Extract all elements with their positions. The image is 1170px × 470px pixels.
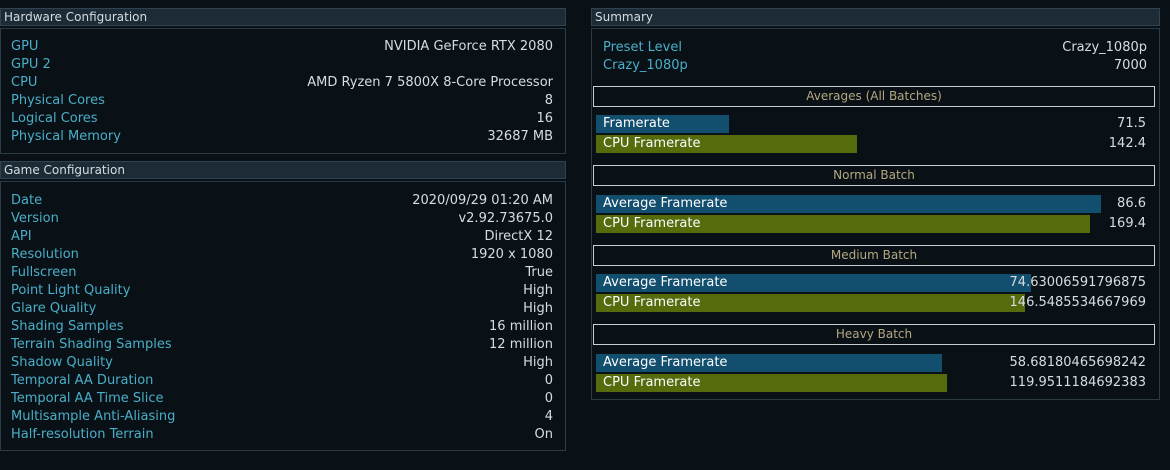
- bar-heavy-cpu-framerate: CPU Framerate 119.9511184692383: [596, 374, 1152, 392]
- hw-key: GPU: [11, 39, 39, 54]
- hw-row-cpu: CPU AMD Ryzen 7 5800X 8-Core Processor: [11, 75, 553, 93]
- batch-title-heavy: Heavy Batch: [593, 324, 1155, 345]
- bar-value: 142.4: [1108, 136, 1146, 151]
- game-value: v2.92.73675.0: [458, 211, 553, 226]
- bar-value: 169.4: [1108, 216, 1146, 231]
- game-row-resolution: Resolution 1920 x 1080: [11, 247, 553, 265]
- game-row-point-light-quality: Point Light Quality High: [11, 283, 553, 301]
- game-key: API: [11, 229, 32, 244]
- bar-label: CPU Framerate: [603, 375, 701, 390]
- game-row-temporal-aa-time-slice: Temporal AA Time Slice 0: [11, 391, 553, 409]
- game-value: 4: [544, 409, 553, 424]
- bar-value: 74.63006591796875: [1009, 275, 1146, 290]
- game-value: High: [523, 301, 553, 316]
- game-value: High: [523, 283, 553, 298]
- bar-value: 58.68180465698242: [1009, 355, 1146, 370]
- game-config-header: Game Configuration: [0, 161, 566, 179]
- bar-normal-cpu-framerate: CPU Framerate 169.4: [596, 215, 1152, 233]
- bar-averages-cpu-framerate: CPU Framerate 142.4: [596, 135, 1152, 153]
- hw-value: NVIDIA GeForce RTX 2080: [384, 39, 553, 54]
- summary-key: Crazy_1080p: [603, 58, 688, 73]
- summary-header: Summary: [591, 8, 1160, 26]
- game-row-date: Date 2020/09/29 01:20 AM: [11, 193, 553, 211]
- game-value: True: [525, 265, 553, 280]
- hw-row-physical-cores: Physical Cores 8: [11, 93, 553, 111]
- game-key: Shadow Quality: [11, 355, 113, 370]
- hw-value: 16: [536, 111, 553, 126]
- bar-label: Framerate: [603, 116, 670, 131]
- bar-value: 119.9511184692383: [1009, 375, 1146, 390]
- game-key: Shading Samples: [11, 319, 124, 334]
- game-value: 16 million: [489, 319, 553, 334]
- game-row-shading-samples: Shading Samples 16 million: [11, 319, 553, 337]
- game-value: 12 million: [489, 337, 553, 352]
- game-row-shadow-quality: Shadow Quality High: [11, 355, 553, 373]
- game-row-glare-quality: Glare Quality High: [11, 301, 553, 319]
- game-value: 0: [544, 391, 553, 406]
- game-key: Date: [11, 193, 43, 208]
- bar-value: 86.6: [1117, 196, 1146, 211]
- summary-value: Crazy_1080p: [1062, 40, 1147, 55]
- hw-key: GPU 2: [11, 57, 51, 72]
- bar-label: CPU Framerate: [603, 216, 701, 231]
- game-key: Multisample Anti-Aliasing: [11, 409, 176, 424]
- bar-medium-framerate: Average Framerate 74.63006591796875: [596, 274, 1152, 292]
- game-key: Half-resolution Terrain: [11, 427, 154, 442]
- hardware-config-header: Hardware Configuration: [0, 8, 566, 26]
- game-row-terrain-shading-samples: Terrain Shading Samples 12 million: [11, 337, 553, 355]
- bar-value: 146.5485534667969: [1009, 295, 1146, 310]
- hw-value: 32687 MB: [487, 129, 553, 144]
- game-key: Temporal AA Time Slice: [11, 391, 164, 406]
- game-key: Temporal AA Duration: [11, 373, 154, 388]
- hw-key: CPU: [11, 75, 38, 90]
- game-value: 2020/09/29 01:20 AM: [412, 193, 553, 208]
- batch-title-averages: Averages (All Batches): [593, 86, 1155, 107]
- bar-medium-cpu-framerate: CPU Framerate 146.5485534667969: [596, 294, 1152, 312]
- game-key: Resolution: [11, 247, 79, 262]
- hw-row-gpu2: GPU 2: [11, 57, 553, 75]
- game-value: DirectX 12: [484, 229, 553, 244]
- game-key: Terrain Shading Samples: [11, 337, 172, 352]
- bar-value: 71.5: [1117, 116, 1146, 131]
- game-row-fullscreen: Fullscreen True: [11, 265, 553, 283]
- bar-normal-framerate: Average Framerate 86.6: [596, 195, 1152, 213]
- game-value: 0: [544, 373, 553, 388]
- summary-key: Preset Level: [603, 40, 682, 55]
- game-row-api: API DirectX 12: [11, 229, 553, 247]
- game-row-msaa: Multisample Anti-Aliasing 4: [11, 409, 553, 427]
- summary-value: 7000: [1113, 58, 1147, 73]
- bar-label: Average Framerate: [603, 275, 728, 290]
- game-key: Glare Quality: [11, 301, 97, 316]
- hardware-config-panel: GPU NVIDIA GeForce RTX 2080 GPU 2 CPU AM…: [0, 28, 566, 154]
- bar-label: CPU Framerate: [603, 295, 701, 310]
- hw-row-physical-memory: Physical Memory 32687 MB: [11, 129, 553, 147]
- hw-row-gpu: GPU NVIDIA GeForce RTX 2080: [11, 39, 553, 57]
- game-row-temporal-aa-duration: Temporal AA Duration 0: [11, 373, 553, 391]
- game-value: On: [534, 427, 553, 442]
- bar-heavy-framerate: Average Framerate 58.68180465698242: [596, 354, 1152, 372]
- bar-label: Average Framerate: [603, 196, 728, 211]
- hw-value: AMD Ryzen 7 5800X 8-Core Processor: [307, 75, 553, 90]
- game-key: Version: [11, 211, 59, 226]
- game-value: High: [523, 355, 553, 370]
- game-key: Fullscreen: [11, 265, 77, 280]
- summary-row-preset-level: Preset Level Crazy_1080p: [603, 40, 1147, 58]
- hw-row-logical-cores: Logical Cores 16: [11, 111, 553, 129]
- hw-value: 8: [544, 93, 553, 108]
- bar-label: Average Framerate: [603, 355, 728, 370]
- bar-label: CPU Framerate: [603, 136, 701, 151]
- game-key: Point Light Quality: [11, 283, 131, 298]
- batch-title-medium: Medium Batch: [593, 245, 1155, 266]
- batch-title-normal: Normal Batch: [593, 165, 1155, 186]
- hw-key: Physical Memory: [11, 129, 121, 144]
- bar-averages-framerate: Framerate 71.5: [596, 115, 1152, 133]
- game-row-version: Version v2.92.73675.0: [11, 211, 553, 229]
- summary-row-score: Crazy_1080p 7000: [603, 58, 1147, 76]
- hw-key: Logical Cores: [11, 111, 98, 126]
- hw-key: Physical Cores: [11, 93, 105, 108]
- game-row-half-resolution-terrain: Half-resolution Terrain On: [11, 427, 553, 445]
- game-config-panel: Date 2020/09/29 01:20 AM Version v2.92.7…: [0, 181, 566, 451]
- game-value: 1920 x 1080: [470, 247, 553, 262]
